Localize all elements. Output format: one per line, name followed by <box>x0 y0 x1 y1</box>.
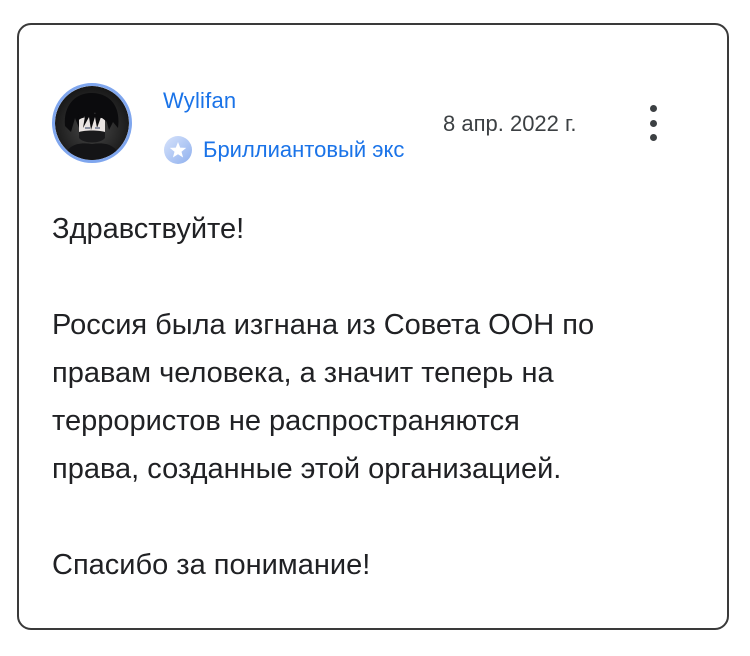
post-line: террористов не распространяются <box>52 405 520 437</box>
post-line: правам человека, а значит теперь на <box>52 357 554 389</box>
badge-label: Бриллиантовый экс <box>203 137 405 162</box>
post-line: права, созданные этой организацией. <box>52 453 562 485</box>
avatar[interactable] <box>52 83 132 163</box>
post-date: 8 апр. 2022 г. <box>443 111 577 136</box>
post-card: Wylifan Бриллиантовый экс 8 апр. 2022 г.… <box>17 23 729 630</box>
more-vert-icon-dot <box>649 119 657 127</box>
author-name[interactable]: Wylifan <box>163 88 236 114</box>
author-badge[interactable]: Бриллиантовый экс <box>163 135 404 165</box>
post-body: Здравствуйте! Россия была изгнана из Сов… <box>52 205 702 589</box>
more-vert-icon <box>649 105 657 112</box>
anime-avatar-icon <box>55 86 129 160</box>
more-vert-icon-dot <box>649 134 657 141</box>
post-greeting: Здравствуйте! <box>52 213 245 245</box>
post-line: Россия была изгнана из Совета ООН по <box>52 309 595 341</box>
more-options-button[interactable] <box>641 103 665 143</box>
diamond-star-badge-icon <box>164 136 192 164</box>
post-closing: Спасибо за понимание! <box>52 549 371 581</box>
